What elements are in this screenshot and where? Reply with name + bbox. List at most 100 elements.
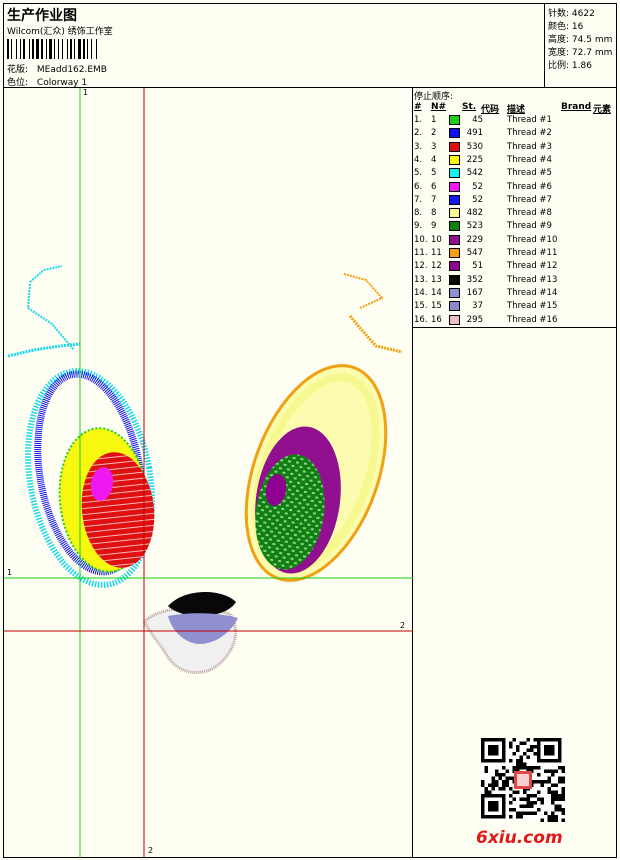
thread-cell-st: 52 <box>472 194 483 205</box>
thread-cell-st: 52 <box>472 181 483 192</box>
thread-color-swatch <box>449 248 460 258</box>
colorway-row: 色位: Colorway 1 <box>7 75 87 88</box>
stats-panel: 针数: 4622 颜色: 16 高度: 74.5 mm 宽度: 72.7 mm … <box>545 4 617 88</box>
thread-cell-no: 1 <box>431 115 437 125</box>
thread-color-swatch <box>449 208 460 219</box>
studio-name: Wilcom(汇众) 绣饰工作室 <box>7 27 113 37</box>
thread-color-swatch <box>449 314 460 325</box>
thread-color-swatch <box>449 274 460 285</box>
thread-cell-desc: Thread #10 <box>507 234 558 245</box>
col-header-st: St. <box>462 102 477 112</box>
thread-cell-idx: 7. <box>414 194 423 205</box>
stat-width: 宽度: 72.7 mm <box>548 48 613 58</box>
thread-color-swatch <box>449 128 460 139</box>
guide-label-h2: 2 <box>400 621 406 630</box>
watermark: 6xiu.com <box>476 828 563 848</box>
page-title: 生产作业图 <box>7 8 77 24</box>
thread-cell-desc: Thread #6 <box>507 181 552 192</box>
thread-cell-no: 2 <box>431 128 437 139</box>
thread-color-swatch <box>449 221 460 232</box>
thread-color-swatch <box>449 287 460 298</box>
thread-cell-no: 15 <box>431 301 442 312</box>
thread-color-swatch <box>449 115 460 125</box>
thread-cell-st: 229 <box>466 234 483 245</box>
thread-cell-desc: Thread #7 <box>507 194 552 205</box>
table-row: 14. 14 167 Thread #14 <box>413 287 617 301</box>
guide-label-h1: 1 <box>7 568 13 577</box>
thread-color-swatch <box>449 168 460 179</box>
thread-color-swatch <box>449 234 460 245</box>
thread-cell-no: 12 <box>431 261 442 272</box>
table-row: 3. 3 530 Thread #3 <box>413 141 617 155</box>
thread-color-swatch <box>449 261 460 272</box>
thread-cell-st: 547 <box>466 248 483 258</box>
thread-cell-st: 542 <box>466 168 483 179</box>
guide-label-v1: 1 <box>83 88 89 97</box>
nose-mouth <box>142 591 238 675</box>
thread-cell-st: 45 <box>472 115 483 125</box>
thread-cell-st: 482 <box>466 208 483 219</box>
table-row: 1. 1 45 Thread #1 <box>413 115 617 128</box>
table-row: 9. 9 523 Thread #9 <box>413 221 617 234</box>
thread-cell-desc: Thread #15 <box>507 301 558 312</box>
table-row: 12. 12 51 Thread #12 <box>413 261 617 274</box>
thread-cell-st: 37 <box>472 301 483 312</box>
thread-cell-st: 225 <box>466 154 483 165</box>
thread-cell-idx: 9. <box>414 221 423 232</box>
table-row: 7. 7 52 Thread #7 <box>413 194 617 208</box>
thread-cell-idx: 11. <box>414 248 428 258</box>
embroidery-design <box>4 88 413 858</box>
thread-cell-idx: 6. <box>414 181 423 192</box>
thread-cell-no: 9 <box>431 221 437 232</box>
table-row: 10. 10 229 Thread #10 <box>413 234 617 248</box>
thread-cell-idx: 2. <box>414 128 423 139</box>
thread-cell-desc: Thread #9 <box>507 221 552 232</box>
thread-color-swatch <box>449 194 460 205</box>
stat-stitches: 针数: 4622 <box>548 9 595 19</box>
colorway-name: Colorway 1 <box>36 78 88 88</box>
table-row: 15. 15 37 Thread #15 <box>413 301 617 314</box>
thread-cell-no: 7 <box>431 194 437 205</box>
design-row: 花版: MEadd162.EMB <box>7 62 107 75</box>
col-header-idx: # <box>414 102 422 112</box>
thread-cell-desc: Thread #2 <box>507 128 552 139</box>
thread-cell-no: 5 <box>431 168 437 179</box>
thread-color-swatch <box>449 181 460 192</box>
header-panel: 生产作业图 Wilcom(汇众) 绣饰工作室 花版: MEadd162.EMB … <box>4 4 545 88</box>
table-row: 8. 8 482 Thread #8 <box>413 208 617 221</box>
stat-colors: 颜色: 16 <box>548 22 584 32</box>
col-header-elem: 元素 <box>593 105 612 115</box>
col-header-code: 代码 <box>481 105 500 115</box>
thread-cell-st: 530 <box>466 141 483 152</box>
stat-scale: 比例: 1.86 <box>548 61 592 71</box>
thread-color-swatch <box>449 154 460 165</box>
thread-cell-st: 51 <box>472 261 483 272</box>
thread-cell-st: 295 <box>466 314 483 325</box>
thread-color-swatch <box>449 301 460 312</box>
thread-cell-desc: Thread #16 <box>507 314 558 325</box>
col-header-desc: 描述 <box>507 105 526 115</box>
thread-cell-idx: 5. <box>414 168 423 179</box>
thread-cell-st: 523 <box>466 221 483 232</box>
thread-cell-st: 352 <box>466 274 483 285</box>
thread-cell-st: 491 <box>466 128 483 139</box>
colorway-label: 色位: <box>7 78 29 88</box>
thread-cell-idx: 4. <box>414 154 423 165</box>
thread-cell-idx: 1. <box>414 115 423 125</box>
thread-cell-desc: Thread #4 <box>507 154 552 165</box>
guide-label-v2: 2 <box>148 846 154 855</box>
table-row: 13. 13 352 Thread #13 <box>413 274 617 288</box>
thread-cell-no: 16 <box>431 314 442 325</box>
thread-cell-no: 10 <box>431 234 442 245</box>
thread-cell-desc: Thread #5 <box>507 168 552 179</box>
thread-cell-st: 167 <box>466 287 483 298</box>
qr-code <box>481 738 565 822</box>
col-header-brand: Brand <box>561 102 592 112</box>
thread-cell-no: 3 <box>431 141 437 152</box>
thread-cell-desc: Thread #12 <box>507 261 558 272</box>
thread-cell-desc: Thread #11 <box>507 248 558 258</box>
thread-cell-idx: 12. <box>414 261 428 272</box>
table-row: 16. 16 295 Thread #16 <box>413 314 617 328</box>
design-name: MEadd162.EMB <box>36 65 107 75</box>
stat-height: 高度: 74.5 mm <box>548 35 613 45</box>
